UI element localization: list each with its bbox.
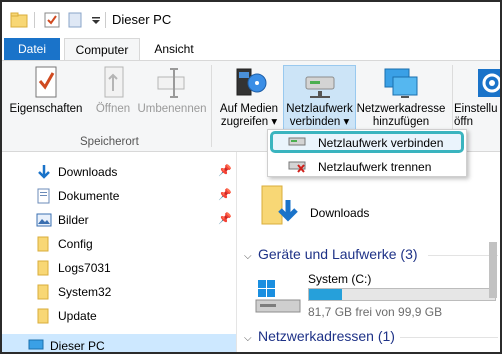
netzlaufwerk-verbinden-button[interactable]: Netzlaufwerk verbinden ▾ [283, 65, 356, 129]
media-access-icon [236, 68, 267, 96]
explorer-window: Dieser PC Datei Computer Ansicht Eigensc… [0, 0, 502, 354]
drive-free-space: 81,7 GB frei von 99,9 GB [308, 305, 443, 319]
netzwerkadresse-label-2: hinzufügen [372, 116, 430, 128]
network-location-icon [384, 68, 418, 98]
nav-item-label: Config [58, 237, 93, 251]
nav-item-config[interactable]: Config [2, 232, 236, 256]
chevron-down-icon: ⌵ [244, 333, 252, 344]
section-header-network[interactable]: ⌵ Netzwerkadressen (1) [244, 328, 395, 344]
properties-icon [35, 66, 57, 98]
open-icon [104, 66, 124, 98]
netzlaufwerk-label-2: verbinden ▾ [289, 116, 350, 128]
title-bar: Dieser PC [2, 2, 500, 38]
einstellungen-label-1: Einstellu [454, 103, 498, 115]
folder-icon [37, 284, 49, 300]
folder-icon [37, 260, 49, 276]
nav-item-label: Bilder [58, 213, 89, 227]
nav-item-bilder[interactable]: Bilder 📌 [2, 208, 236, 232]
ribbon-tabs: Datei Computer Ansicht [2, 38, 500, 60]
folder-icon [37, 236, 49, 252]
drive-name: System (C:) [308, 272, 372, 286]
quick-access-dropdown-icon[interactable] [90, 12, 102, 28]
drive-usage-bar [308, 288, 496, 301]
nav-item-dieser-pc[interactable]: Dieser PC [2, 334, 236, 353]
content-pane: Downloads ⌵ Geräte und Laufwerke (3) Syst… [238, 152, 500, 352]
new-folder-icon[interactable] [68, 12, 82, 28]
download-arrow-icon [38, 165, 50, 179]
nav-item-system32[interactable]: System32 [2, 280, 236, 304]
drive-usage-fill [309, 289, 343, 300]
nav-item-label: Logs7031 [58, 261, 111, 275]
navigation-pane: Downloads 📌 Dokumente 📌 Bilder 📌 Config … [2, 152, 236, 353]
netzwerkadresse-hinzufuegen-button[interactable]: Netzwerkadresse hinzufügen [354, 65, 448, 129]
tab-datei[interactable]: Datei [4, 38, 60, 60]
nav-item-label: Dokumente [58, 189, 120, 203]
computer-icon [28, 339, 44, 350]
scrollbar-thumb[interactable] [489, 242, 497, 298]
pane-divider [236, 152, 237, 352]
drive-c-tile[interactable]: System (C:) 81,7 GB frei von 99,9 GB [254, 270, 500, 319]
menu-item-netzlaufwerk-trennen[interactable]: Netzlaufwerk trennen [270, 155, 464, 177]
nav-item-label: Downloads [58, 165, 118, 179]
chevron-down-icon: ⌵ [244, 251, 252, 262]
menu-item-label: Netzlaufwerk trennen [318, 160, 432, 174]
menu-item-netzlaufwerk-verbinden[interactable]: Netzlaufwerk verbinden [270, 131, 464, 153]
disconnect-drive-icon [288, 161, 306, 173]
window-title: Dieser PC [112, 12, 172, 27]
folder-downloads-tile[interactable]: Downloads [258, 180, 458, 230]
network-drive-icon [305, 76, 334, 98]
pin-icon[interactable]: 📌 [218, 212, 232, 225]
oeffnen-button[interactable]: Öffnen [88, 65, 138, 116]
auf-medien-zugreifen-button[interactable]: Auf Medien zugreifen ▾ [216, 65, 282, 129]
folder-icon [37, 308, 49, 324]
system-drive-icon [255, 280, 301, 313]
pictures-icon [36, 213, 52, 227]
downloads-label: Downloads [310, 206, 370, 220]
tab-computer[interactable]: Computer [64, 38, 140, 60]
section-title: Geräte und Laufwerke (3) [258, 246, 418, 262]
nav-item-update[interactable]: Update [2, 304, 236, 328]
documents-icon [37, 188, 50, 204]
properties-check-icon[interactable] [44, 12, 60, 28]
title-separator [34, 12, 35, 28]
menu-item-label: Netzlaufwerk verbinden [318, 136, 444, 150]
section-divider [428, 255, 498, 256]
nav-item-downloads[interactable]: Downloads 📌 [2, 160, 236, 184]
section-header-devices[interactable]: ⌵ Geräte und Laufwerke (3) [244, 246, 418, 262]
group-separator [211, 65, 212, 147]
nav-item-logs7031[interactable]: Logs7031 [2, 256, 236, 280]
netzwerkadresse-label-1: Netzwerkadresse [356, 103, 446, 115]
pin-icon[interactable]: 📌 [218, 164, 232, 177]
pin-icon[interactable]: 📌 [218, 188, 232, 201]
netzlaufwerk-label-1: Netzlaufwerk [286, 103, 353, 115]
umbenennen-button[interactable]: Umbenennen [137, 65, 207, 116]
nav-item-label: Dieser PC [50, 339, 105, 353]
tab-ansicht[interactable]: Ansicht [142, 38, 206, 60]
section-divider [400, 337, 498, 338]
auf-medien-label-1: Auf Medien [219, 103, 279, 115]
downloads-folder-icon [261, 185, 298, 225]
einstellungen-oeffnen-button[interactable]: Einstellu öffn [454, 65, 500, 129]
network-drive-icon [288, 137, 306, 146]
netzlaufwerk-dropdown-menu: Netzlaufwerk verbinden Netzlaufwerk tren… [267, 129, 467, 177]
eigenschaften-button[interactable]: Eigenschaften [8, 65, 84, 116]
section-title: Netzwerkadressen (1) [258, 328, 395, 344]
eigenschaften-label: Eigenschaften [9, 103, 83, 115]
group-label-speicherort: Speicherort [80, 136, 139, 148]
nav-item-dokumente[interactable]: Dokumente 📌 [2, 184, 236, 208]
rename-icon [157, 68, 185, 98]
settings-gear-icon [478, 69, 500, 97]
einstellungen-label-2: öffn [454, 116, 473, 128]
title-separator [105, 12, 106, 28]
oeffnen-label: Öffnen [95, 103, 131, 115]
umbenennen-label: Umbenennen [137, 103, 207, 115]
nav-item-label: System32 [58, 285, 112, 299]
folder-icon [10, 12, 28, 28]
auf-medien-label-2: zugreifen ▾ [220, 116, 278, 128]
nav-item-label: Update [58, 309, 97, 323]
